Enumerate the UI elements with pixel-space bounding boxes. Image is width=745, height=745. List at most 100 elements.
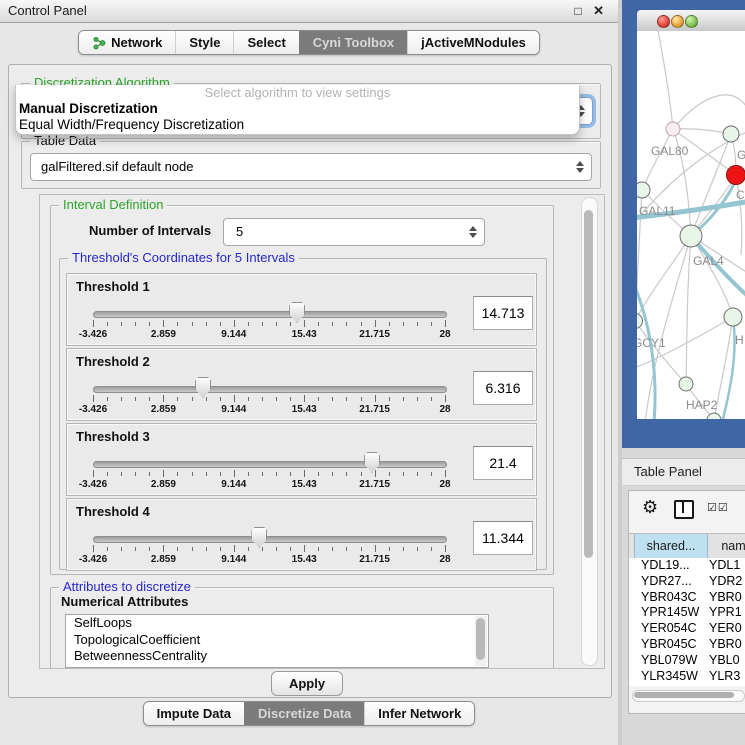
tab-style[interactable]: Style xyxy=(175,31,233,54)
dropdown-option-equal-width-frequency-discretization[interactable]: Equal Width/Frequency Discretization xyxy=(16,117,579,133)
tick xyxy=(262,472,263,476)
network-edge[interactable] xyxy=(642,129,673,190)
table-row[interactable]: YER054CYER0 xyxy=(629,621,745,637)
dropdown-options: Manual DiscretizationEqual Width/Frequen… xyxy=(16,101,579,133)
cell-name: YBR0 xyxy=(709,590,742,606)
network-window-titlebar[interactable] xyxy=(637,10,745,32)
tick xyxy=(431,322,432,326)
dropdown-option-manual-discretization[interactable]: Manual Discretization xyxy=(16,101,579,117)
table-horizontal-scrollbar[interactable] xyxy=(632,690,745,702)
tick-label: 21.715 xyxy=(359,479,390,490)
network-graph[interactable]: GAL80GACGAL11GAL4GCY1HHAP2 xyxy=(637,31,745,419)
network-edge[interactable] xyxy=(691,134,731,236)
network-edge[interactable] xyxy=(637,321,686,384)
thresholds-group-label: Threshold's Coordinates for 5 Intervals xyxy=(68,250,299,265)
slider-track[interactable] xyxy=(93,386,447,393)
scrollbar-thumb[interactable] xyxy=(634,692,734,698)
table-data-combobox[interactable]: galFiltered.sif default node xyxy=(30,153,592,181)
tick xyxy=(107,472,108,476)
threshold-value-field[interactable]: 11.344 xyxy=(473,521,533,555)
network-edge[interactable] xyxy=(657,31,673,129)
minimize-traffic-light-icon[interactable] xyxy=(671,15,684,28)
network-canvas[interactable]: GAL80GACGAL11GAL4GCY1HHAP2 xyxy=(637,31,745,419)
network-node[interactable] xyxy=(679,377,693,391)
split-columns-icon[interactable] xyxy=(674,500,694,519)
tick-label: 9.144 xyxy=(221,554,246,565)
network-node[interactable] xyxy=(666,122,680,136)
tick-label: 15.43 xyxy=(292,479,317,490)
table-row[interactable]: YIL052CYIL0 xyxy=(629,684,745,686)
table-row[interactable]: YDL19...YDL1 xyxy=(629,558,745,574)
cell-name: YPR1 xyxy=(709,605,742,621)
settings-scrollbar[interactable] xyxy=(581,197,598,666)
tab-impute-data[interactable]: Impute Data xyxy=(144,702,244,725)
tab-infer-network[interactable]: Infer Network xyxy=(364,702,474,725)
number-of-intervals-spinner[interactable]: 5 xyxy=(223,218,485,246)
column-header-shared-name[interactable]: shared... xyxy=(634,534,708,558)
close-icon[interactable]: ✕ xyxy=(593,3,604,18)
column-header-name[interactable]: name xyxy=(707,534,745,558)
network-node[interactable] xyxy=(680,225,702,247)
network-edge[interactable] xyxy=(645,236,691,419)
network-node[interactable] xyxy=(637,314,643,329)
cell-shared-name: YDL19... xyxy=(641,558,690,574)
tab-select[interactable]: Select xyxy=(233,31,298,54)
tab-cyni-toolbox[interactable]: Cyni Toolbox xyxy=(299,31,407,54)
slider-track[interactable] xyxy=(93,311,447,318)
tab-discretize-data[interactable]: Discretize Data xyxy=(244,702,364,725)
tick xyxy=(177,472,178,476)
tick xyxy=(121,322,122,326)
tick xyxy=(417,397,418,401)
slider-track[interactable] xyxy=(93,536,447,543)
table-row[interactable]: YBL079WYBL0 xyxy=(629,653,745,669)
tick xyxy=(304,545,305,552)
network-edge[interactable] xyxy=(637,236,691,321)
cell-name: YER0 xyxy=(709,621,742,637)
close-traffic-light-icon[interactable] xyxy=(657,15,670,28)
scrollbar-thumb[interactable] xyxy=(584,210,593,558)
tab-network[interactable]: Network xyxy=(79,31,175,54)
attributes-scrollbar[interactable] xyxy=(475,616,487,666)
network-node[interactable] xyxy=(724,308,742,326)
network-edge[interactable] xyxy=(686,236,691,384)
table-row[interactable]: YPR145WYPR1 xyxy=(629,605,745,621)
network-node[interactable] xyxy=(727,166,745,185)
tick xyxy=(403,472,404,476)
attributes-group-label: Attributes to discretize xyxy=(59,579,195,594)
checkbox-icons[interactable]: ☑☑ xyxy=(707,501,729,514)
slider-track[interactable] xyxy=(93,461,447,468)
list-item[interactable]: SelfLoops xyxy=(66,615,488,632)
tick xyxy=(206,547,207,551)
zoom-traffic-light-icon[interactable] xyxy=(685,15,698,28)
tab-jactivemnodules[interactable]: jActiveMNodules xyxy=(407,31,539,54)
network-node[interactable] xyxy=(637,182,650,198)
network-node-label: GAL11 xyxy=(639,204,676,218)
table-row[interactable]: YBR045CYBR0 xyxy=(629,637,745,653)
apply-button[interactable]: Apply xyxy=(271,671,343,696)
threshold-value-field[interactable]: 6.316 xyxy=(473,371,533,405)
list-item[interactable]: TopologicalCoefficient xyxy=(66,632,488,649)
tick xyxy=(318,322,319,326)
network-edge[interactable] xyxy=(673,95,745,129)
table-row[interactable]: YLR345WYLR3 xyxy=(629,669,745,685)
table-row[interactable]: YDR27...YDR2 xyxy=(629,574,745,590)
list-item[interactable]: BetweennessCentrality xyxy=(66,648,488,665)
gear-icon[interactable]: ⚙ xyxy=(642,497,658,518)
cell-name: YDR2 xyxy=(709,574,742,590)
tick xyxy=(135,322,136,326)
table-rows: YDL19...YDL1YDR27...YDR2YBR043CYBR0YPR14… xyxy=(629,558,745,686)
scrollbar-thumb[interactable] xyxy=(476,618,485,660)
tick xyxy=(375,395,376,402)
table-row[interactable]: YBR043CYBR0 xyxy=(629,590,745,606)
network-edge[interactable] xyxy=(736,175,742,255)
float-icon[interactable]: □ xyxy=(575,4,582,18)
tick xyxy=(403,547,404,551)
threshold-value-field[interactable]: 21.4 xyxy=(473,446,533,480)
tick-label: 2.859 xyxy=(151,554,176,565)
network-edge[interactable] xyxy=(673,129,731,134)
tick-label: 28 xyxy=(439,479,450,490)
network-node[interactable] xyxy=(723,126,739,142)
tick xyxy=(192,397,193,401)
tick xyxy=(431,547,432,551)
threshold-value-field[interactable]: 14.713 xyxy=(473,296,533,330)
